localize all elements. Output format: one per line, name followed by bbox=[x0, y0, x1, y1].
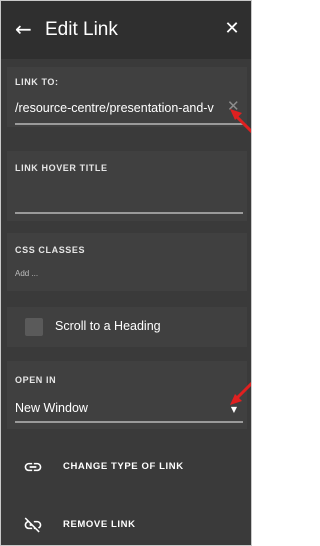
close-icon[interactable]: ✕ bbox=[223, 19, 241, 39]
open-in-select[interactable]: New Window bbox=[15, 401, 88, 415]
unlink-icon bbox=[24, 517, 42, 533]
remove-link-label: REMOVE LINK bbox=[63, 519, 136, 530]
hover-title-underline bbox=[15, 212, 243, 214]
scroll-checkbox[interactable] bbox=[25, 318, 43, 336]
arrow-left-icon[interactable]: ← bbox=[15, 17, 37, 41]
panel-header: ← Edit Link ✕ bbox=[1, 1, 251, 59]
css-classes-input[interactable]: Add ... bbox=[15, 269, 38, 278]
link-icon bbox=[24, 462, 42, 472]
link-to-label: LINK TO: bbox=[15, 77, 59, 87]
link-to-input[interactable]: /resource-centre/presentation-and-v bbox=[15, 101, 223, 115]
change-type-label: CHANGE TYPE OF LINK bbox=[63, 461, 184, 472]
remove-link-button[interactable]: REMOVE LINK bbox=[7, 503, 247, 545]
link-to-field: LINK TO: /resource-centre/presentation-a… bbox=[7, 67, 247, 127]
scroll-label: Scroll to a Heading bbox=[55, 319, 161, 333]
hover-title-field: LINK HOVER TITLE bbox=[7, 151, 247, 221]
edit-link-panel: ← Edit Link ✕ LINK TO: /resource-centre/… bbox=[0, 0, 252, 546]
open-in-label: OPEN IN bbox=[15, 375, 57, 385]
css-classes-label: CSS CLASSES bbox=[15, 245, 86, 255]
annotation-arrow-link bbox=[230, 109, 251, 133]
open-in-field: OPEN IN New Window ▼ bbox=[7, 361, 247, 429]
annotation-arrow-open-in bbox=[230, 381, 251, 405]
css-classes-field: CSS CLASSES Add ... bbox=[7, 233, 247, 291]
open-in-underline bbox=[15, 421, 243, 423]
hover-title-label: LINK HOVER TITLE bbox=[15, 163, 108, 173]
link-to-underline bbox=[15, 123, 243, 125]
panel-title: Edit Link bbox=[45, 19, 118, 40]
change-type-button[interactable]: CHANGE TYPE OF LINK bbox=[7, 445, 247, 489]
scroll-to-heading-option[interactable]: Scroll to a Heading bbox=[7, 307, 247, 347]
